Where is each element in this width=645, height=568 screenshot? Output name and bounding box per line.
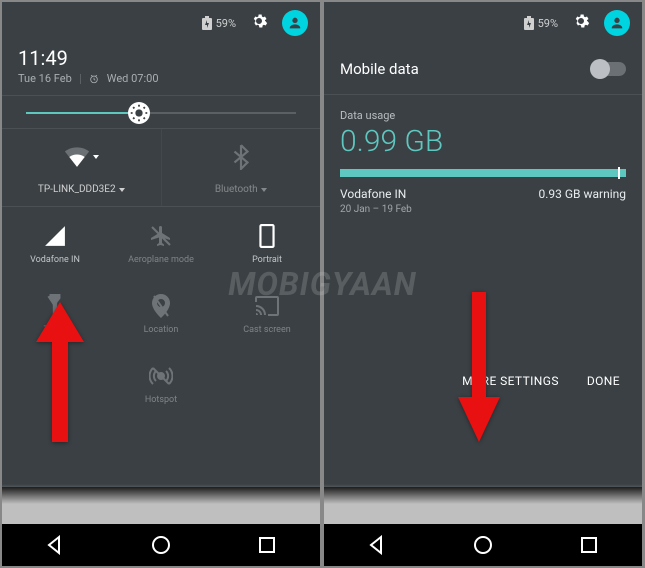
nav-home[interactable]	[472, 534, 494, 556]
mobile-data-title: Mobile data	[340, 60, 419, 78]
nav-bar	[324, 524, 642, 566]
hotspot-tile[interactable]: Hotspot	[108, 347, 214, 417]
done-button[interactable]: DONE	[587, 374, 620, 388]
battery-indicator: 59%	[524, 16, 558, 30]
usage-period: 20 Jan – 19 Feb	[340, 204, 626, 215]
gear-icon[interactable]	[572, 12, 590, 34]
signal-tile[interactable]: Vodafone IN	[2, 207, 108, 277]
bluetooth-tile[interactable]: Bluetooth	[161, 129, 321, 206]
status-bar: 59%	[2, 2, 320, 42]
nav-back[interactable]	[366, 534, 388, 556]
nav-home[interactable]	[150, 534, 172, 556]
alarm-text: Wed 07:00	[107, 72, 159, 85]
portrait-tile[interactable]: Portrait	[214, 207, 320, 277]
bottom-strip	[324, 484, 642, 524]
date-text: Tue 16 Feb	[18, 72, 72, 85]
brightness-slider[interactable]	[2, 96, 320, 129]
warning-text: 0.93 GB warning	[538, 187, 626, 201]
phone-right: 59% Mobile data Data usage 0.99 GB Vodaf…	[324, 2, 642, 566]
battery-indicator: 59%	[202, 16, 236, 30]
avatar[interactable]	[282, 10, 308, 36]
nav-bar	[2, 524, 320, 566]
avatar[interactable]	[604, 10, 630, 36]
wifi-tile[interactable]: TP-LINK_DDD3E2	[2, 129, 161, 206]
carrier-name: Vodafone IN	[340, 187, 406, 201]
airplane-tile[interactable]: Aeroplane mode	[108, 207, 214, 277]
nav-recent[interactable]	[578, 534, 600, 556]
brightness-thumb[interactable]	[128, 102, 150, 124]
nav-recent[interactable]	[256, 534, 278, 556]
alarm-icon	[89, 74, 99, 84]
usage-bar	[340, 169, 626, 177]
usage-value: 0.99 GB	[340, 124, 626, 159]
data-usage-block[interactable]: Data usage 0.99 GB Vodafone IN 0.93 GB w…	[324, 95, 642, 231]
usage-label: Data usage	[340, 109, 626, 122]
time-block[interactable]: 11:49 Tue 16 Feb Wed 07:00	[2, 42, 320, 96]
cast-tile[interactable]: Cast screen	[214, 277, 320, 347]
gear-icon[interactable]	[250, 12, 268, 34]
clock-time: 11:49	[18, 46, 304, 70]
nav-back[interactable]	[44, 534, 66, 556]
phone-left: 59% 11:49 Tue 16 Feb Wed 07:00	[2, 2, 320, 566]
mobile-data-header: Mobile data	[324, 42, 642, 95]
status-bar: 59%	[324, 2, 642, 42]
torch-tile[interactable]: Torch	[2, 277, 108, 347]
location-tile[interactable]: Location	[108, 277, 214, 347]
mobile-data-toggle[interactable]	[592, 62, 626, 76]
bottom-strip	[2, 484, 320, 524]
more-settings-button[interactable]: MORE SETTINGS	[462, 374, 559, 388]
